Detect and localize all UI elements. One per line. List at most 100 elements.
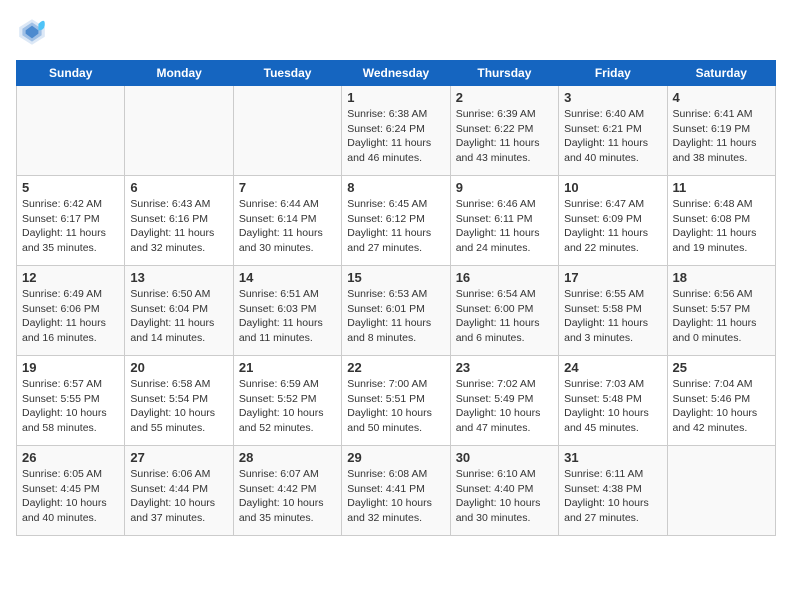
day-info: Sunrise: 6:50 AM Sunset: 6:04 PM Dayligh… [130,287,227,346]
calendar-cell: 8Sunrise: 6:45 AM Sunset: 6:12 PM Daylig… [342,176,450,266]
calendar-cell: 16 Sunrise: 6:54 AM Sunset: 6:00 PM Dayli… [450,266,558,356]
calendar-cell [17,86,125,176]
day-number: 23 [456,360,553,375]
calendar-cell: 9Sunrise: 6:46 AM Sunset: 6:11 PM Daylig… [450,176,558,266]
calendar-cell: 18 Sunrise: 6:56 AM Sunset: 5:57 PM Dayli… [667,266,775,356]
calendar-cell: 3 Sunrise: 6:40 AM Sunset: 6:21 PM Daylig… [559,86,667,176]
day-info: Sunrise: 6:54 AM Sunset: 6:00 PM Dayligh… [456,287,553,346]
day-number: 18 [673,270,770,285]
day-number: 28 [239,450,336,465]
calendar-cell: 2Sunrise: 6:39 AM Sunset: 6:22 PM Daylig… [450,86,558,176]
calendar-cell: 21 Sunrise: 6:59 AM Sunset: 5:52 PM Dayli… [233,356,341,446]
day-number: 11 [673,180,770,195]
header-row: SundayMondayTuesdayWednesdayThursdayFrid… [17,61,776,86]
day-number: 4 [673,90,770,105]
day-number: 15 [347,270,444,285]
day-info: Sunrise: 6:40 AM Sunset: 6:21 PM Dayligh… [564,107,661,166]
day-number: 5 [22,180,119,195]
day-number: 26 [22,450,119,465]
day-info: Sunrise: 6:43 AM Sunset: 6:16 PM Dayligh… [130,197,227,256]
day-number: 19 [22,360,119,375]
calendar-cell: 14 Sunrise: 6:51 AM Sunset: 6:03 PM Dayli… [233,266,341,356]
day-info: Sunrise: 6:38 AM Sunset: 6:24 PM Dayligh… [347,107,444,166]
day-number: 20 [130,360,227,375]
calendar-cell: 30 Sunrise: 6:10 AM Sunset: 4:40 PM Dayli… [450,446,558,536]
calendar-cell: 25Sunrise: 7:04 AM Sunset: 5:46 PM Dayli… [667,356,775,446]
day-number: 22 [347,360,444,375]
day-info: Sunrise: 6:10 AM Sunset: 4:40 PM Dayligh… [456,467,553,526]
calendar-cell: 24Sunrise: 7:03 AM Sunset: 5:48 PM Dayli… [559,356,667,446]
calendar-cell: 5Sunrise: 6:42 AM Sunset: 6:17 PM Daylig… [17,176,125,266]
calendar-cell: 29 Sunrise: 6:08 AM Sunset: 4:41 PM Dayli… [342,446,450,536]
day-info: Sunrise: 7:03 AM Sunset: 5:48 PM Dayligh… [564,377,661,436]
day-info: Sunrise: 6:55 AM Sunset: 5:58 PM Dayligh… [564,287,661,346]
header-day-thursday: Thursday [450,61,558,86]
day-number: 29 [347,450,444,465]
calendar-cell: 10 Sunrise: 6:47 AM Sunset: 6:09 PM Dayli… [559,176,667,266]
day-info: Sunrise: 6:56 AM Sunset: 5:57 PM Dayligh… [673,287,770,346]
calendar-cell: 12 Sunrise: 6:49 AM Sunset: 6:06 PM Dayli… [17,266,125,356]
logo-icon [16,16,48,48]
day-info: Sunrise: 6:51 AM Sunset: 6:03 PM Dayligh… [239,287,336,346]
day-number: 21 [239,360,336,375]
calendar-cell: 27Sunrise: 6:06 AM Sunset: 4:44 PM Dayli… [125,446,233,536]
day-number: 27 [130,450,227,465]
day-number: 7 [239,180,336,195]
day-info: Sunrise: 6:47 AM Sunset: 6:09 PM Dayligh… [564,197,661,256]
header-day-saturday: Saturday [667,61,775,86]
day-info: Sunrise: 7:04 AM Sunset: 5:46 PM Dayligh… [673,377,770,436]
day-number: 30 [456,450,553,465]
day-info: Sunrise: 6:58 AM Sunset: 5:54 PM Dayligh… [130,377,227,436]
day-info: Sunrise: 6:57 AM Sunset: 5:55 PM Dayligh… [22,377,119,436]
day-info: Sunrise: 6:48 AM Sunset: 6:08 PM Dayligh… [673,197,770,256]
calendar-cell: 4 Sunrise: 6:41 AM Sunset: 6:19 PM Daylig… [667,86,775,176]
day-info: Sunrise: 6:11 AM Sunset: 4:38 PM Dayligh… [564,467,661,526]
day-number: 10 [564,180,661,195]
calendar-cell [125,86,233,176]
day-info: Sunrise: 6:49 AM Sunset: 6:06 PM Dayligh… [22,287,119,346]
day-info: Sunrise: 6:41 AM Sunset: 6:19 PM Dayligh… [673,107,770,166]
day-info: Sunrise: 7:00 AM Sunset: 5:51 PM Dayligh… [347,377,444,436]
day-number: 8 [347,180,444,195]
calendar-week-row: 12 Sunrise: 6:49 AM Sunset: 6:06 PM Dayli… [17,266,776,356]
calendar-cell: 7 Sunrise: 6:44 AM Sunset: 6:14 PM Daylig… [233,176,341,266]
day-number: 17 [564,270,661,285]
calendar-week-row: 1 Sunrise: 6:38 AM Sunset: 6:24 PM Daylig… [17,86,776,176]
day-number: 12 [22,270,119,285]
calendar-cell: 19 Sunrise: 6:57 AM Sunset: 5:55 PM Dayli… [17,356,125,446]
calendar-cell: 20 Sunrise: 6:58 AM Sunset: 5:54 PM Dayli… [125,356,233,446]
calendar-body: 1 Sunrise: 6:38 AM Sunset: 6:24 PM Daylig… [17,86,776,536]
header-day-tuesday: Tuesday [233,61,341,86]
calendar-cell: 31 Sunrise: 6:11 AM Sunset: 4:38 PM Dayli… [559,446,667,536]
day-info: Sunrise: 6:07 AM Sunset: 4:42 PM Dayligh… [239,467,336,526]
day-number: 16 [456,270,553,285]
day-number: 14 [239,270,336,285]
day-info: Sunrise: 6:08 AM Sunset: 4:41 PM Dayligh… [347,467,444,526]
day-info: Sunrise: 6:59 AM Sunset: 5:52 PM Dayligh… [239,377,336,436]
calendar-cell: 13 Sunrise: 6:50 AM Sunset: 6:04 PM Dayli… [125,266,233,356]
day-info: Sunrise: 6:44 AM Sunset: 6:14 PM Dayligh… [239,197,336,256]
day-number: 3 [564,90,661,105]
calendar-cell: 15 Sunrise: 6:53 AM Sunset: 6:01 PM Dayli… [342,266,450,356]
day-number: 6 [130,180,227,195]
day-number: 31 [564,450,661,465]
calendar-cell: 6 Sunrise: 6:43 AM Sunset: 6:16 PM Daylig… [125,176,233,266]
day-info: Sunrise: 7:02 AM Sunset: 5:49 PM Dayligh… [456,377,553,436]
calendar-week-row: 19 Sunrise: 6:57 AM Sunset: 5:55 PM Dayli… [17,356,776,446]
header-day-friday: Friday [559,61,667,86]
header-day-sunday: Sunday [17,61,125,86]
calendar-week-row: 26 Sunrise: 6:05 AM Sunset: 4:45 PM Dayli… [17,446,776,536]
day-info: Sunrise: 6:53 AM Sunset: 6:01 PM Dayligh… [347,287,444,346]
day-number: 2 [456,90,553,105]
calendar-week-row: 5Sunrise: 6:42 AM Sunset: 6:17 PM Daylig… [17,176,776,266]
day-number: 1 [347,90,444,105]
calendar-cell: 17 Sunrise: 6:55 AM Sunset: 5:58 PM Dayli… [559,266,667,356]
header-day-monday: Monday [125,61,233,86]
day-info: Sunrise: 6:46 AM Sunset: 6:11 PM Dayligh… [456,197,553,256]
day-info: Sunrise: 6:05 AM Sunset: 4:45 PM Dayligh… [22,467,119,526]
calendar-cell: 26 Sunrise: 6:05 AM Sunset: 4:45 PM Dayli… [17,446,125,536]
day-number: 13 [130,270,227,285]
calendar-cell: 11 Sunrise: 6:48 AM Sunset: 6:08 PM Dayli… [667,176,775,266]
calendar-cell: 23 Sunrise: 7:02 AM Sunset: 5:49 PM Dayli… [450,356,558,446]
page-header [16,16,776,48]
